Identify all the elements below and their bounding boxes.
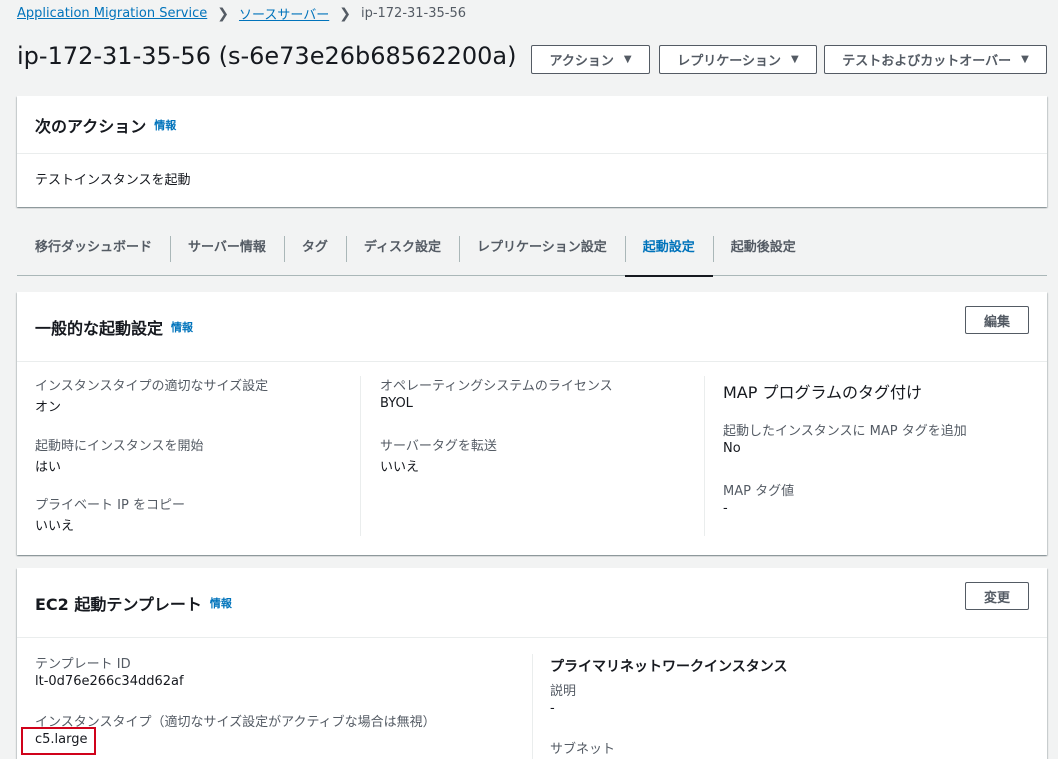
breadcrumb: Application Migration Service ❯ ソースサーバー … xyxy=(17,4,467,24)
field-label: テンプレート ID xyxy=(35,657,131,672)
breadcrumb-source-servers-link[interactable]: ソースサーバー xyxy=(239,4,329,23)
subnet-field: サブネット xyxy=(550,738,615,757)
chevron-right-icon: ❯ xyxy=(217,5,229,22)
field-value: いいえ xyxy=(35,519,75,534)
caret-down-icon: ▼ xyxy=(623,54,632,65)
ec2-template-header: EC2 起動テンプレート 情報 変更 xyxy=(17,568,1047,638)
field-value: BYOL xyxy=(380,396,413,411)
next-action-body: テストインスタンスを起動 xyxy=(35,173,191,188)
field-value: No xyxy=(723,441,741,456)
transfer-server-tags-field: サーバータグを転送 いいえ xyxy=(380,435,497,475)
page-title: ip-172-31-35-56 (s-6e73e26b68562200a) xyxy=(17,42,517,70)
ec2-template-info-link[interactable]: 情報 xyxy=(210,595,232,611)
tab-replication-settings[interactable]: レプリケーション設定 xyxy=(459,236,625,276)
next-action-header: 次のアクション 情報 xyxy=(17,96,1047,154)
field-label: インスタンスタイプの適切なサイズ設定 xyxy=(35,379,269,394)
start-instance-field: 起動時にインスタンスを開始 はい xyxy=(35,435,203,475)
field-label: サーバータグを転送 xyxy=(380,439,497,454)
ec2-launch-template-card: EC2 起動テンプレート 情報 変更 テンプレート ID lt-0d76e266… xyxy=(17,568,1047,759)
replication-button[interactable]: レプリケーション ▼ xyxy=(659,45,817,74)
tab-migration-dashboard[interactable]: 移行ダッシュボード xyxy=(17,236,170,276)
os-license-field: オペレーティングシステムのライセンス BYOL xyxy=(380,375,613,411)
caret-down-icon: ▼ xyxy=(791,54,799,65)
actions-button[interactable]: アクション ▼ xyxy=(531,45,650,74)
field-label: オペレーティングシステムのライセンス xyxy=(380,379,613,394)
breadcrumb-root-link[interactable]: Application Migration Service xyxy=(17,6,207,21)
tab-post-launch-settings[interactable]: 起動後設定 xyxy=(712,236,814,276)
column-divider xyxy=(704,376,705,536)
description-field: 説明 - xyxy=(550,680,576,716)
general-launch-settings-card: 一般的な起動設定 情報 編集 インスタンスタイプの適切なサイズ設定 オン 起動時… xyxy=(17,292,1047,555)
add-map-tag-field: 起動したインスタンスに MAP タグを追加 No xyxy=(723,420,967,456)
caret-down-icon: ▼ xyxy=(1021,54,1029,65)
field-label: 説明 xyxy=(550,684,577,699)
field-value: lt-0d76e266c34dd62af xyxy=(35,674,184,689)
field-value: いいえ xyxy=(380,460,420,475)
change-button[interactable]: 変更 xyxy=(964,582,1029,610)
general-launch-title: 一般的な起動設定 xyxy=(35,318,164,338)
field-label: 起動したインスタンスに MAP タグを追加 xyxy=(723,424,967,439)
edit-button[interactable]: 編集 xyxy=(964,306,1029,334)
field-value: はい xyxy=(35,460,62,475)
template-id-field: テンプレート ID lt-0d76e266c34dd62af xyxy=(35,653,184,689)
next-action-info-link[interactable]: 情報 xyxy=(154,117,176,133)
primary-nic-heading: プライマリネットワークインスタンス xyxy=(550,659,788,675)
next-action-card: 次のアクション 情報 テストインスタンスを起動 xyxy=(17,96,1047,207)
chevron-right-icon: ❯ xyxy=(339,5,351,22)
map-tag-value-field: MAP タグ値 - xyxy=(723,480,794,516)
field-label: MAP タグ値 xyxy=(723,484,795,499)
ec2-template-title: EC2 起動テンプレート xyxy=(35,594,202,614)
field-label: プライベート IP をコピー xyxy=(35,498,185,513)
replication-button-label: レプリケーション xyxy=(677,54,782,69)
rightsizing-field: インスタンスタイプの適切なサイズ設定 オン xyxy=(35,375,268,415)
column-divider xyxy=(360,376,361,536)
instance-type-highlight-box xyxy=(21,727,96,755)
tab-server-info[interactable]: サーバー情報 xyxy=(170,236,284,276)
tab-launch-settings[interactable]: 起動設定 xyxy=(624,236,713,277)
field-label: サブネット xyxy=(550,742,616,757)
actions-button-label: アクション xyxy=(549,54,614,69)
breadcrumb-current: ip-172-31-35-56 xyxy=(360,6,467,21)
next-action-title: 次のアクション xyxy=(35,116,147,136)
field-value: - xyxy=(723,501,728,516)
column-divider xyxy=(532,654,533,759)
general-launch-info-link[interactable]: 情報 xyxy=(171,319,193,335)
field-value: - xyxy=(550,701,555,716)
field-label: 起動時にインスタンスを開始 xyxy=(35,439,204,454)
test-cutover-button-label: テストおよびカットオーバー xyxy=(842,54,1012,69)
map-tagging-heading: MAP プログラムのタグ付け xyxy=(723,383,923,402)
tab-tags[interactable]: タグ xyxy=(283,236,346,276)
test-cutover-button[interactable]: テストおよびカットオーバー ▼ xyxy=(824,45,1047,74)
copy-private-ip-field: プライベート IP をコピー いいえ xyxy=(35,494,185,534)
tab-bar: 移行ダッシュボード サーバー情報 タグ ディスク設定 レプリケーション設定 起動… xyxy=(17,236,1047,277)
tab-disk-settings[interactable]: ディスク設定 xyxy=(345,236,459,276)
general-launch-header: 一般的な起動設定 情報 編集 xyxy=(17,292,1047,362)
field-value: オン xyxy=(35,400,62,415)
